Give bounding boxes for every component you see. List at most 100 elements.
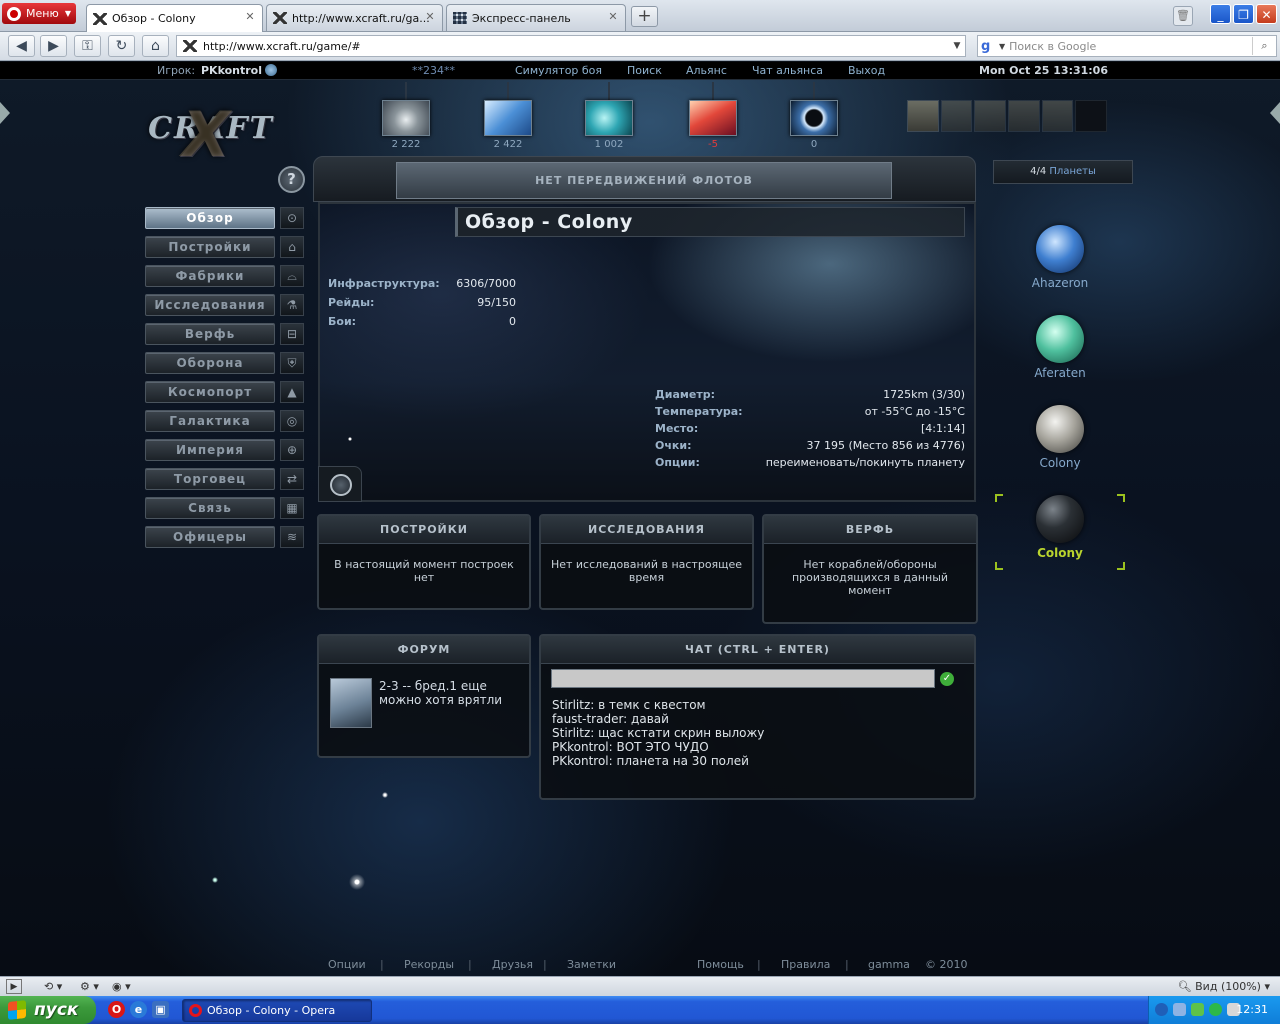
research-flask-icon[interactable]: ⚗: [280, 294, 304, 316]
menu-item-buildings[interactable]: Постройки ⌂: [140, 233, 310, 262]
chevron-down-icon[interactable]: ▼: [999, 42, 1005, 51]
tab-xcraft-url[interactable]: http://www.xcraft.ru/ga... ✕: [266, 4, 443, 31]
collapse-right-arrow-icon[interactable]: [1270, 102, 1280, 124]
officers-icon[interactable]: ≋: [280, 526, 304, 548]
menu-item-empire[interactable]: Империя ⊕: [140, 436, 310, 465]
footer-link-options[interactable]: Опции: [328, 958, 366, 971]
opera-quicklaunch-icon[interactable]: O: [108, 1001, 125, 1018]
menu-item-defense[interactable]: Оборона ⛨: [140, 349, 310, 378]
footer-link-help[interactable]: Помощь: [697, 958, 744, 971]
empire-icon[interactable]: ⊕: [280, 439, 304, 461]
taskbar-opera-window[interactable]: Обзор - Colony - Opera: [182, 999, 372, 1022]
wand-key-icon[interactable]: ⚿: [74, 35, 101, 57]
fleet-movement-status[interactable]: НЕТ ПЕРЕДВИЖЕНИЙ ФЛОТОВ: [396, 162, 892, 199]
tray-expand-icon[interactable]: [1155, 1003, 1168, 1016]
menu-item-messages[interactable]: Связь ▦: [140, 494, 310, 523]
reload-button[interactable]: ↻: [108, 35, 135, 57]
sync-icon[interactable]: ⟲ ▾: [44, 979, 62, 994]
messages-icon[interactable]: ▦: [280, 497, 304, 519]
network-icon[interactable]: [1173, 1003, 1186, 1016]
resource-deuterium[interactable]: 1 002: [585, 100, 633, 150]
officer-portrait-1[interactable]: [907, 100, 939, 132]
ie-quicklaunch-icon[interactable]: e: [130, 1001, 147, 1018]
footer-link-friends[interactable]: Друзья: [492, 958, 533, 971]
menu-item-spaceport[interactable]: Космопорт ▲: [140, 378, 310, 407]
chevron-down-icon[interactable]: ▼: [949, 41, 965, 51]
resource-crystal[interactable]: 2 422: [484, 100, 532, 150]
research-panel-title[interactable]: ИССЛЕДОВАНИЯ: [541, 516, 752, 544]
trader-icon[interactable]: ⇄: [280, 468, 304, 490]
officer-portrait-2[interactable]: [940, 100, 973, 132]
shipyard-panel-title[interactable]: ВЕРФЬ: [764, 516, 976, 544]
desktop-quicklaunch-icon[interactable]: ▣: [152, 1001, 169, 1018]
forum-avatar[interactable]: [330, 678, 372, 728]
defense-icon[interactable]: ⛨: [280, 352, 304, 374]
turbo-icon[interactable]: ◉ ▾: [112, 979, 131, 994]
link-alliance-chat[interactable]: Чат альянса: [752, 64, 823, 77]
forum-latest-post[interactable]: 2-3 -- бред.1 еще можно хотя врятли: [379, 679, 524, 707]
minimize-window-button[interactable]: _: [1210, 4, 1231, 24]
close-tab-icon[interactable]: ✕: [244, 11, 256, 23]
resource-dark-matter[interactable]: 0: [790, 100, 838, 150]
planets-count-badge[interactable]: 4/4 Планеты: [993, 160, 1133, 184]
buildings-icon[interactable]: ⌂: [280, 236, 304, 258]
menu-item-officers[interactable]: Офицеры ≋: [140, 523, 310, 552]
panel-toggle-icon[interactable]: ▶: [6, 979, 22, 994]
new-tab-button[interactable]: +: [631, 6, 658, 27]
planet-aferaten[interactable]: Aferaten: [1010, 315, 1110, 380]
overview-icon[interactable]: ⊙: [280, 207, 304, 229]
link-logout[interactable]: Выход: [848, 64, 885, 77]
resource-energy[interactable]: -5: [689, 100, 737, 150]
rename-abandon-planet-link[interactable]: переименовать/покинуть планету: [766, 456, 965, 469]
menu-item-trader[interactable]: Торговец ⇄: [140, 465, 310, 494]
footer-link-records[interactable]: Рекорды: [404, 958, 454, 971]
maximize-window-button[interactable]: ❐: [1233, 4, 1254, 24]
planet-coordinates-link[interactable]: [4:1:14]: [921, 422, 965, 435]
collapse-left-arrow-icon[interactable]: [0, 102, 10, 124]
planet-ahazeron[interactable]: Ahazeron: [1010, 225, 1110, 290]
opera-menu-button[interactable]: Меню ▼: [2, 3, 76, 24]
home-button[interactable]: ⌂: [142, 35, 169, 57]
footer-link-rules[interactable]: Правила: [781, 958, 830, 971]
footer-link-gamma[interactable]: gamma: [868, 958, 910, 971]
officer-portrait-5[interactable]: [1041, 100, 1074, 132]
player-name[interactable]: PKkontrol: [201, 64, 278, 77]
menu-item-overview[interactable]: Обзор ⊙: [140, 204, 310, 233]
unite-icon[interactable]: ⚙ ▾: [80, 979, 99, 994]
factories-icon[interactable]: ⌓: [280, 265, 304, 287]
address-bar[interactable]: http://www.xcraft.ru/game/# ▼: [176, 35, 966, 57]
zoom-control[interactable]: 🔍︎ Вид (100%) ▾: [1178, 979, 1270, 994]
menu-item-research[interactable]: Исследования ⚗: [140, 291, 310, 320]
close-tab-icon[interactable]: ✕: [424, 11, 436, 23]
tab-speed-dial[interactable]: Экспресс-панель ✕: [446, 4, 626, 31]
close-tab-icon[interactable]: ✕: [607, 11, 619, 23]
close-window-button[interactable]: ✕: [1256, 4, 1277, 24]
help-button[interactable]: ?: [278, 166, 305, 193]
spaceport-icon[interactable]: ▲: [280, 381, 304, 403]
search-go-icon[interactable]: ⌕: [1252, 37, 1276, 55]
resource-metal[interactable]: 2 222: [382, 100, 430, 150]
security-icon[interactable]: [1191, 1003, 1204, 1016]
chat-send-check-icon[interactable]: ✓: [940, 672, 954, 686]
chat-input[interactable]: [551, 669, 935, 688]
footer-link-notes[interactable]: Заметки: [567, 958, 616, 971]
galaxy-icon[interactable]: ◎: [280, 410, 304, 432]
planet-colony-1[interactable]: Colony: [1010, 405, 1110, 470]
trash-icon[interactable]: 🗑: [1173, 6, 1193, 26]
link-battle-simulator[interactable]: Симулятор боя: [515, 64, 602, 77]
officer-portrait-3[interactable]: [974, 100, 1007, 132]
menu-item-galaxy[interactable]: Галактика ◎: [140, 407, 310, 436]
menu-item-shipyard[interactable]: Верфь ⊟: [140, 320, 310, 349]
xcraft-logo[interactable]: X CRAFT: [148, 98, 272, 171]
buildings-panel-title[interactable]: ПОСТРОЙКИ: [319, 516, 529, 544]
back-button[interactable]: ◀: [8, 35, 35, 57]
menu-item-factories[interactable]: Фабрики ⌓: [140, 262, 310, 291]
search-input[interactable]: g ▼ Поиск в Google ⌕: [977, 35, 1277, 57]
forward-button[interactable]: ▶: [40, 35, 67, 57]
start-button[interactable]: пуск: [0, 996, 96, 1024]
link-search[interactable]: Поиск: [627, 64, 662, 77]
antivirus-icon[interactable]: [1209, 1003, 1222, 1016]
shipyard-icon[interactable]: ⊟: [280, 323, 304, 345]
tab-overview-colony[interactable]: Обзор - Colony ✕: [86, 4, 263, 32]
planet-colony-current[interactable]: Colony: [1010, 495, 1110, 560]
